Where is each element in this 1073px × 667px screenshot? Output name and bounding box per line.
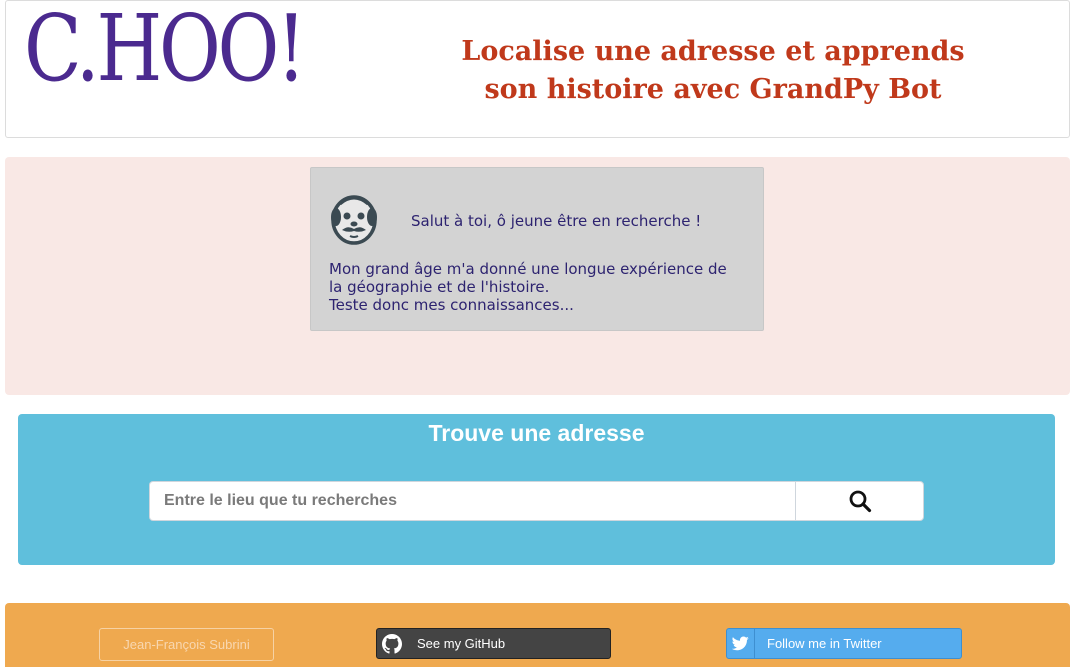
bot-message-line-2: la géographie et de l'histoire. (329, 278, 550, 296)
author-button[interactable]: Jean-François Subrini (99, 628, 274, 661)
twitter-icon (732, 636, 749, 651)
tagline-line-2: son histoire avec GrandPy Bot (484, 74, 942, 105)
bot-message-card: Salut à toi, ô jeune être en recherche !… (310, 167, 764, 331)
bot-message: Mon grand âge m'a donné une longue expér… (329, 260, 749, 314)
page-footer: Jean-François Subrini See my GitHub Foll… (5, 603, 1070, 667)
site-logo[interactable]: C.HOO! (24, 3, 306, 95)
bot-section: Salut à toi, ô jeune être en recherche !… (5, 157, 1070, 395)
page-header: C.HOO! Localise une adresse et apprends … (5, 0, 1070, 138)
search-input[interactable] (149, 481, 795, 521)
search-section: Trouve une adresse (18, 414, 1055, 565)
bot-greeting: Salut à toi, ô jeune être en recherche ! (411, 212, 702, 230)
github-icon (382, 633, 402, 654)
grandpa-bot-icon (331, 195, 377, 245)
twitter-button[interactable]: Follow me in Twitter (726, 628, 962, 659)
search-title: Trouve une adresse (428, 420, 645, 446)
github-label: See my GitHub (417, 636, 506, 651)
bot-message-line-3: Teste donc mes connaissances... (329, 296, 574, 314)
search-icon (849, 490, 871, 513)
github-button[interactable]: See my GitHub (376, 628, 611, 659)
tagline-line-1: Localise une adresse et apprends (461, 36, 965, 67)
page-tagline: Localise une adresse et apprends son his… (414, 33, 1012, 109)
twitter-icon-box (727, 629, 755, 658)
twitter-label: Follow me in Twitter (767, 636, 882, 651)
bot-message-line-1: Mon grand âge m'a donné une longue expér… (329, 260, 727, 278)
search-button[interactable] (795, 481, 924, 521)
